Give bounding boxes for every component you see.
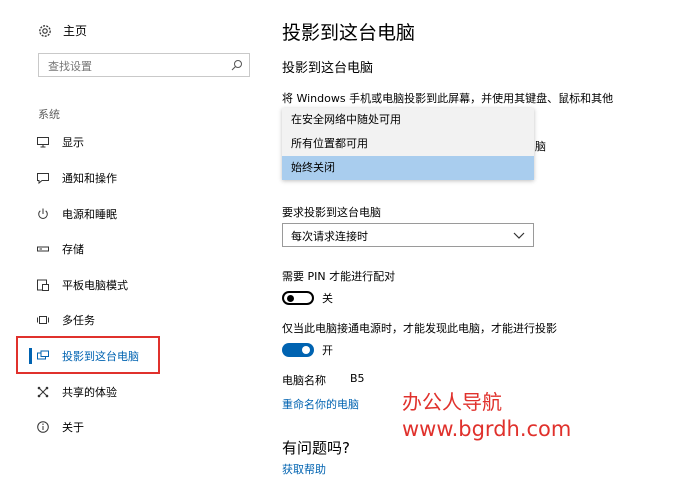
pc-name-row: 电脑名称 B5 <box>282 372 365 388</box>
info-icon <box>37 421 49 433</box>
request-select-value: 每次请求连接时 <box>291 230 368 243</box>
request-label: 要求投影到这台电脑 <box>282 206 381 219</box>
section-title: 投影到这台电脑 <box>282 61 374 76</box>
share-icon <box>37 386 49 398</box>
sidebar-item-display[interactable]: 显示 <box>36 133 84 151</box>
search-placeholder: 查找设置 <box>48 60 92 73</box>
monitor-icon <box>37 137 49 148</box>
sidebar-item-label: 电源和睡眠 <box>62 208 117 221</box>
pin-toggle-state: 关 <box>322 292 333 305</box>
dropdown-option[interactable]: 在安全网络中随处可用 <box>282 108 534 132</box>
sidebar-item-label: 平板电脑模式 <box>62 279 128 292</box>
sidebar-item-label: 共享的体验 <box>62 386 117 399</box>
sidebar-item-shared-experiences[interactable]: 共享的体验 <box>36 383 117 401</box>
search-icon[interactable] <box>231 59 243 71</box>
chevron-down-icon <box>513 232 525 239</box>
sidebar-item-storage[interactable]: 存储 <box>36 240 84 258</box>
question-title: 有问题吗? <box>282 439 350 457</box>
watermark-url: www.bgrdh.com <box>402 417 572 441</box>
sidebar: 主页 查找设置 系统 显示 通知和操作 电源和睡眠 存储 平板电脑模式 多任务 … <box>0 0 270 475</box>
sidebar-item-project[interactable]: 投影到这台电脑 <box>36 347 139 365</box>
home-label: 主页 <box>63 24 88 38</box>
toggle-knob <box>287 295 294 302</box>
sidebar-item-label: 多任务 <box>62 314 95 327</box>
multitask-icon <box>37 316 49 324</box>
page-title: 投影到这台电脑 <box>282 22 416 44</box>
description-text: 将 Windows 手机或电脑投影到此屏幕，并使用其键盘、鼠标和其他 <box>282 92 614 105</box>
power-toggle-row: 开 <box>282 342 333 358</box>
power-toggle[interactable] <box>282 343 314 357</box>
description-tail: 脑 <box>535 140 546 153</box>
search-input[interactable]: 查找设置 <box>38 53 250 77</box>
pc-name-label: 电脑名称 <box>282 374 326 387</box>
pin-toggle-row: 关 <box>282 290 333 306</box>
toggle-knob <box>302 346 310 354</box>
sidebar-item-label: 通知和操作 <box>62 172 117 185</box>
gear-icon <box>39 24 51 37</box>
power-toggle-state: 开 <box>322 344 333 357</box>
sidebar-item-label: 关于 <box>62 421 84 434</box>
dropdown-option-selected[interactable]: 始终关闭 <box>282 156 534 180</box>
sidebar-item-power[interactable]: 电源和睡眠 <box>36 205 117 223</box>
power-label: 仅当此电脑接通电源时，才能发现此电脑，才能进行投影 <box>282 322 557 335</box>
sidebar-item-label: 存储 <box>62 243 84 256</box>
storage-icon <box>37 246 49 252</box>
section-label: 系统 <box>38 108 60 121</box>
project-icon <box>37 350 49 360</box>
sidebar-item-label: 投影到这台电脑 <box>62 350 139 363</box>
sidebar-item-multitask[interactable]: 多任务 <box>36 311 95 329</box>
pin-toggle[interactable] <box>282 291 314 305</box>
sidebar-item-tablet-mode[interactable]: 平板电脑模式 <box>36 276 128 294</box>
sidebar-item-label: 显示 <box>62 136 84 149</box>
sidebar-item-about[interactable]: 关于 <box>36 418 84 436</box>
rename-pc-link[interactable]: 重命名你的电脑 <box>282 396 359 412</box>
home-link[interactable]: 主页 <box>37 22 87 39</box>
dropdown-option[interactable]: 所有位置都可用 <box>282 132 534 156</box>
request-select[interactable]: 每次请求连接时 <box>282 223 534 247</box>
power-icon <box>38 208 48 219</box>
pin-label: 需要 PIN 才能进行配对 <box>282 270 396 283</box>
sidebar-item-notifications[interactable]: 通知和操作 <box>36 169 117 187</box>
pc-name-value: B5 <box>350 372 365 385</box>
availability-dropdown-list[interactable]: 在安全网络中随处可用 所有位置都可用 始终关闭 <box>282 108 534 180</box>
tablet-mode-icon <box>37 279 49 291</box>
message-icon <box>37 173 49 185</box>
watermark-title: 办公人导航 <box>402 390 502 414</box>
